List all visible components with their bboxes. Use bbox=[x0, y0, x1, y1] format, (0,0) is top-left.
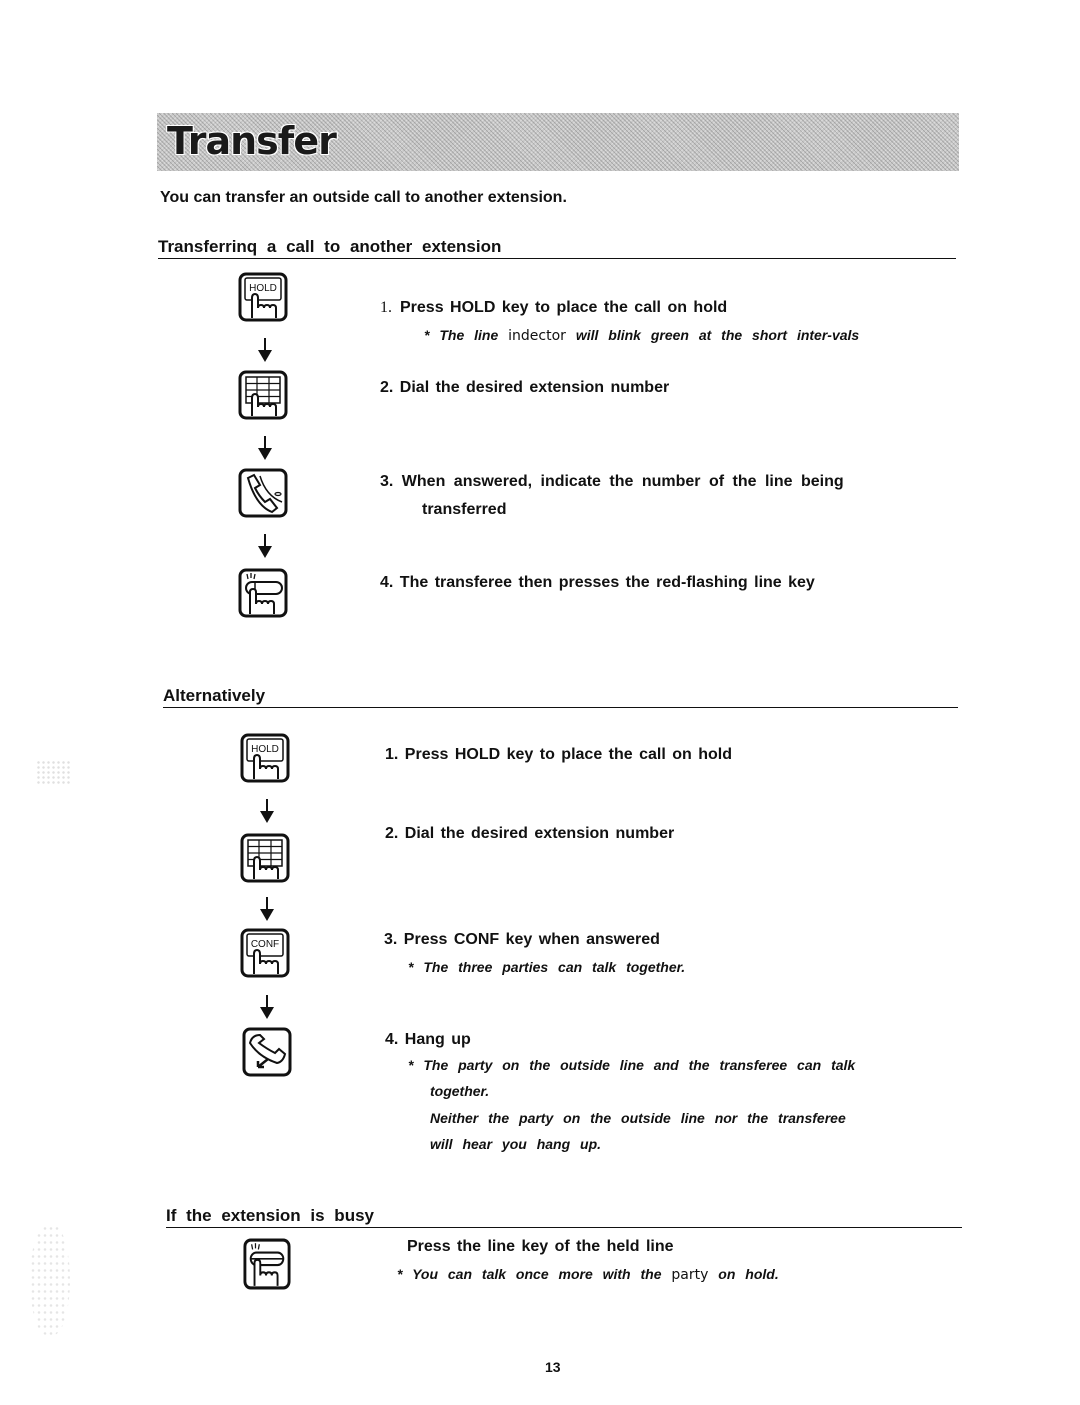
alt-step-1-text: 1. Press HOLD key to place the call on h… bbox=[385, 746, 732, 763]
alt-step-4-text: 4. Hang up bbox=[385, 1031, 471, 1048]
arrow-down-icon bbox=[258, 534, 272, 558]
hang-up-icon bbox=[242, 1027, 292, 1077]
step-3-text: 3. When answered, indicate the number of… bbox=[380, 473, 844, 490]
alt-step-3-text: 3. Press CONF key when answered bbox=[384, 931, 660, 948]
step-2-text: 2. Dial the desired extension number bbox=[380, 379, 670, 396]
alt-step-4-note-line: Neither the party on the outside line no… bbox=[430, 1110, 846, 1126]
step-3-text-cont: transferred bbox=[422, 501, 507, 518]
scan-artifact bbox=[30, 1225, 70, 1335]
step-1-text: 1. Press HOLD key to place the call on ho… bbox=[380, 299, 728, 316]
conf-key-icon: CONF bbox=[240, 928, 290, 978]
scan-artifact bbox=[36, 760, 70, 786]
intro-text: You can transfer an outside call to anot… bbox=[160, 189, 567, 206]
step-1-note: * The line indector will blink green at … bbox=[424, 327, 860, 344]
section-heading-busy: If the extension is busy bbox=[166, 1206, 962, 1228]
arrow-down-icon bbox=[260, 995, 274, 1019]
page-title: Transfer bbox=[167, 119, 337, 163]
hold-key-icon: HOLD bbox=[240, 733, 290, 783]
alt-step-4-note-line: will hear you hang up. bbox=[430, 1136, 602, 1152]
section-heading-transferring: Transferrinq a call to another extension bbox=[158, 237, 956, 259]
svg-text:HOLD: HOLD bbox=[249, 283, 277, 294]
busy-step-text: Press the line key of the held line bbox=[407, 1238, 674, 1255]
line-key-flashing-icon bbox=[243, 1238, 291, 1290]
dial-keypad-icon bbox=[240, 833, 290, 883]
title-banner: Transfer bbox=[157, 113, 959, 171]
alt-step-4-note-line: together. bbox=[430, 1083, 490, 1099]
page-number: 13 bbox=[545, 1359, 561, 1375]
section-heading-alternatively: Alternatively bbox=[163, 686, 958, 708]
arrow-down-icon bbox=[258, 436, 272, 460]
alt-step-3-note: * The three parties can talk together. bbox=[408, 959, 686, 975]
step-4-text: 4. The transferee then presses the red-f… bbox=[380, 574, 815, 591]
dial-keypad-icon bbox=[238, 370, 288, 420]
line-key-flashing-icon bbox=[238, 568, 288, 618]
svg-text:HOLD: HOLD bbox=[251, 744, 279, 755]
busy-step-note: * You can talk once more with the party … bbox=[397, 1266, 779, 1283]
svg-text:CONF: CONF bbox=[251, 939, 279, 950]
hold-key-icon: HOLD bbox=[238, 272, 288, 322]
arrow-down-icon bbox=[260, 897, 274, 921]
alt-step-2-text: 2. Dial the desired extension number bbox=[385, 825, 675, 842]
handset-talk-icon bbox=[238, 468, 288, 518]
arrow-down-icon bbox=[260, 799, 274, 823]
alt-step-4-note-line: * The party on the outside line and the … bbox=[408, 1057, 856, 1073]
arrow-down-icon bbox=[258, 338, 272, 362]
